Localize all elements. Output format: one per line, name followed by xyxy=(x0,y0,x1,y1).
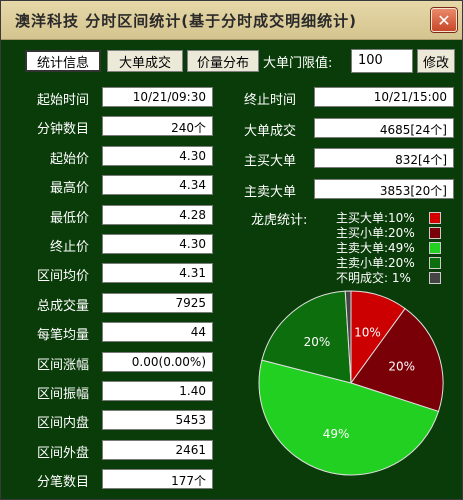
tab-label: 价量分布 xyxy=(196,55,249,71)
legend-swatch xyxy=(429,212,441,224)
stat-label: 大单成交 xyxy=(244,124,297,139)
stat-value: 4.34 xyxy=(102,175,213,195)
stat-value: 5453 xyxy=(102,410,213,430)
stat-label: 区间振幅 xyxy=(36,387,89,402)
threshold-input[interactable]: 100 xyxy=(351,49,413,73)
stat-value: 240个 xyxy=(102,116,213,136)
modify-button[interactable]: 修改 xyxy=(417,49,455,73)
stat-value: 4.31 xyxy=(102,263,213,283)
stat-value: 10/21/09:30 xyxy=(102,87,213,107)
stat-value: 177个 xyxy=(102,469,213,489)
stat-label: 终止价 xyxy=(49,240,89,255)
tab-large-orders[interactable]: 大单成交 xyxy=(107,50,183,72)
stat-label: 终止时间 xyxy=(244,93,297,108)
tab-stats-info[interactable]: 统计信息 xyxy=(25,50,101,72)
stat-label: 分钟数目 xyxy=(36,122,89,137)
stat-label: 区间外盘 xyxy=(36,446,89,461)
stat-label: 总成交量 xyxy=(36,299,89,314)
stat-label: 区间涨幅 xyxy=(36,358,89,373)
stat-value: 7925 xyxy=(102,293,213,313)
stat-label: 每笔均量 xyxy=(36,328,89,343)
stat-label: 主买大单 xyxy=(244,154,297,169)
stat-value: 4685[24个] xyxy=(314,118,454,138)
tab-label: 统计信息 xyxy=(36,55,89,71)
stat-value: 4.28 xyxy=(102,205,213,225)
pie-slice-label: 20% xyxy=(304,335,331,349)
legend-title: 龙虎统计: xyxy=(251,213,308,228)
threshold-label: 大单门限值: xyxy=(263,56,333,71)
title-bar[interactable]: 澳洋科技 分时区间统计(基于分时成交明细统计) ✕ xyxy=(1,1,462,40)
pie-slice-label: 49% xyxy=(323,427,350,441)
close-icon: ✕ xyxy=(437,10,451,30)
stat-value: 1.40 xyxy=(102,381,213,401)
legend-item: 主卖小单:20% xyxy=(336,256,415,270)
stat-value: 4.30 xyxy=(102,234,213,254)
stat-value: 44 xyxy=(102,322,213,342)
pie-chart: 10% 20% 49% 20% xyxy=(258,290,444,476)
stats-window: 澳洋科技 分时区间统计(基于分时成交明细统计) ✕ 统计信息 大单成交 价量分布… xyxy=(0,0,463,500)
legend-swatch xyxy=(429,242,441,254)
close-button[interactable]: ✕ xyxy=(431,8,457,32)
window-title: 澳洋科技 分时区间统计(基于分时成交明细统计) xyxy=(15,12,357,30)
tab-price-volume[interactable]: 价量分布 xyxy=(187,50,259,72)
legend-item: 主买小单:20% xyxy=(336,226,415,240)
stat-value: 2461 xyxy=(102,440,213,460)
stat-label: 起始价 xyxy=(49,152,89,167)
stat-value: 832[4个] xyxy=(314,148,454,168)
pie-slice-label: 10% xyxy=(354,325,381,339)
pie-slice-label: 20% xyxy=(388,360,415,374)
modify-label: 修改 xyxy=(422,55,449,71)
stat-label: 区间内盘 xyxy=(36,416,89,431)
stat-value: 0.00(0.00%) xyxy=(102,352,213,372)
tab-label: 大单成交 xyxy=(118,55,171,71)
stat-label: 区间均价 xyxy=(36,269,89,284)
stat-value: 4.30 xyxy=(102,146,213,166)
legend-swatch xyxy=(429,272,441,284)
stat-label: 主卖大单 xyxy=(244,185,297,200)
stat-label: 分笔数目 xyxy=(36,475,89,490)
stat-label: 起始时间 xyxy=(36,93,89,108)
legend-item: 主卖大单:49% xyxy=(336,241,415,255)
legend-item: 不明成交: 1% xyxy=(336,271,411,285)
legend-item: 主买大单:10% xyxy=(336,211,415,225)
legend-swatch xyxy=(429,227,441,239)
stat-label: 最低价 xyxy=(49,211,89,226)
stat-label: 最高价 xyxy=(49,181,89,196)
stat-value: 3853[20个] xyxy=(314,179,454,199)
stat-value: 10/21/15:00 xyxy=(314,87,454,107)
legend-swatch xyxy=(429,257,441,269)
